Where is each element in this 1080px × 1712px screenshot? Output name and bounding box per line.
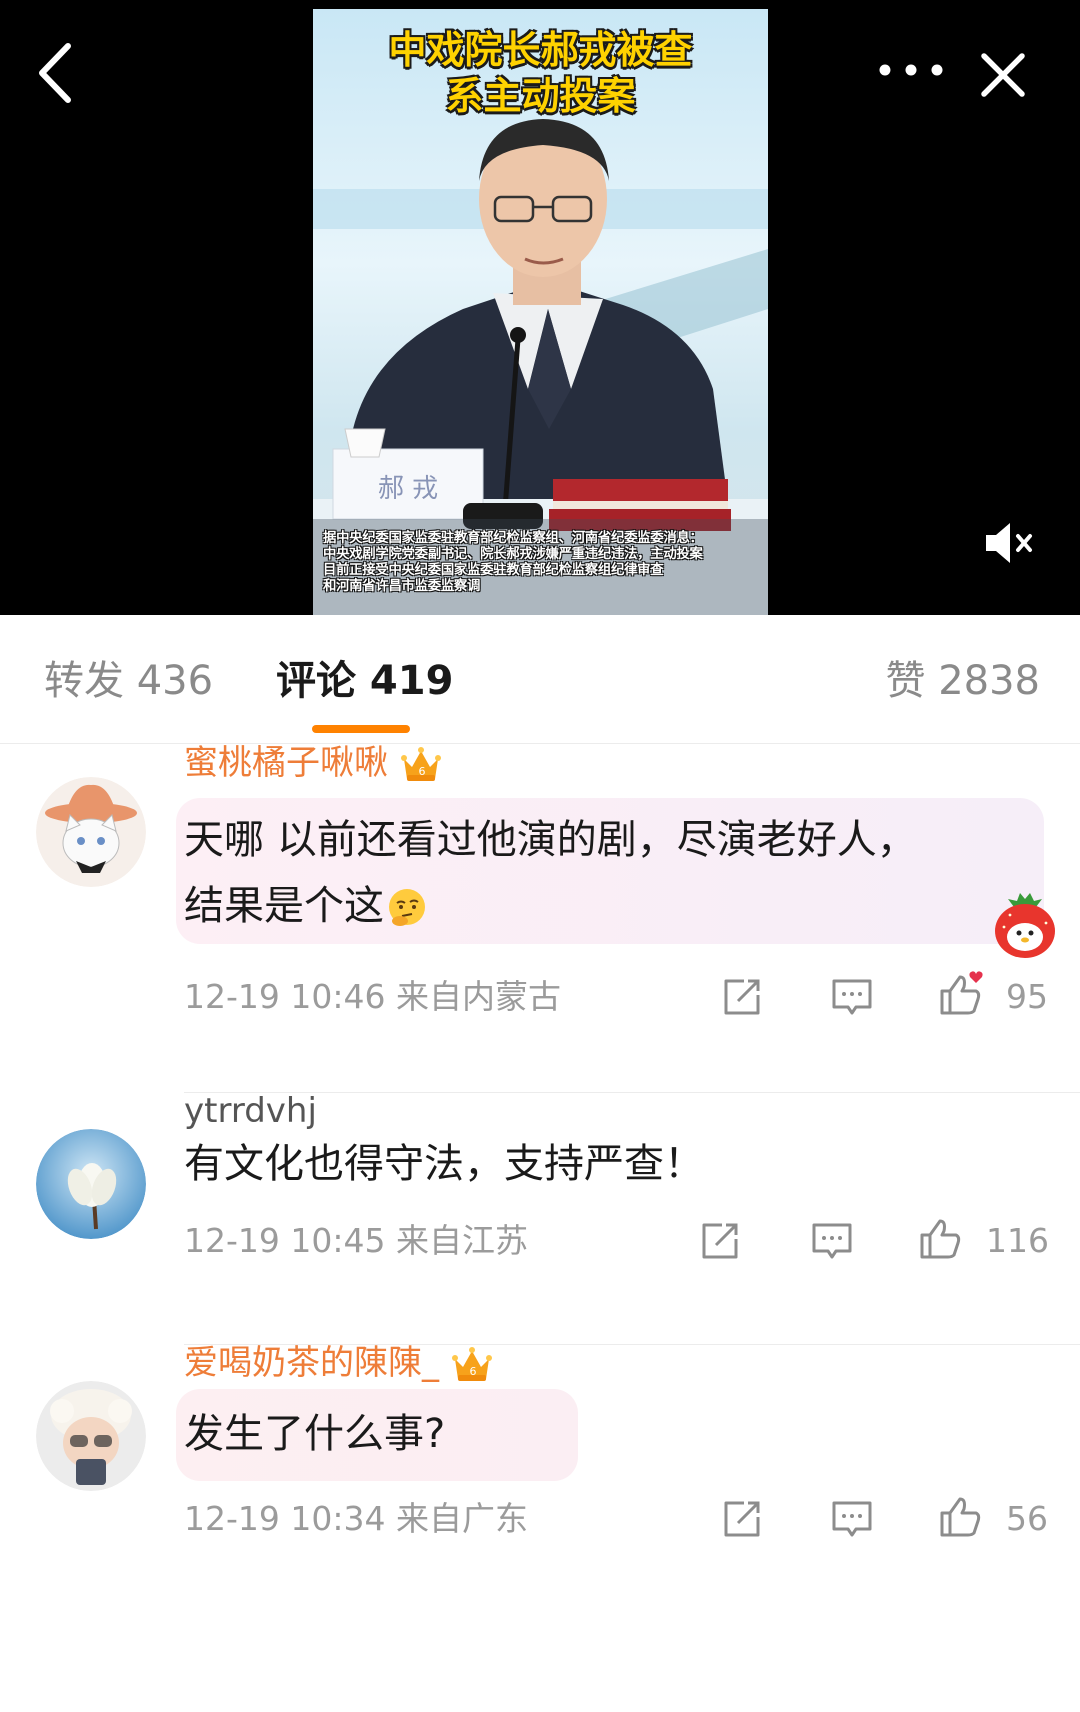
comment-time: 12-19 10:45 bbox=[184, 1221, 386, 1260]
comment-time: 12-19 10:34 bbox=[184, 1499, 386, 1538]
comment-item: 蜜桃橘子啾啾 6 天哪 以前还看过他演的剧，尽演老好人， 结果是个这 12-19… bbox=[0, 743, 1080, 1093]
comment-item: 爱喝奶茶的陳陳_ 6 发生了什么事? 12-19 10:34 来自广东 56 bbox=[0, 1343, 1080, 1638]
mute-button[interactable] bbox=[984, 521, 1044, 565]
comment-time: 12-19 10:46 bbox=[184, 977, 386, 1016]
vip-crown-icon: 6 bbox=[452, 1346, 492, 1381]
cat-cowboy-avatar-image bbox=[36, 777, 146, 887]
comment-text-line-1: 天哪 以前还看过他演的剧，尽演老好人， bbox=[184, 817, 917, 863]
poster-caption: 据中央纪委国家监委驻教育部纪检监察组、河南省纪委监委消息： 中央戏剧学院党委副书… bbox=[323, 531, 703, 594]
share-icon[interactable] bbox=[698, 1219, 742, 1263]
media-viewer: 郝 戎 中戏院长郝戎被查 系主动投案 据中央纪委国家监委驻教育部纪检监察组、河南… bbox=[0, 0, 1080, 615]
poster-headline: 中戏院长郝戎被查 系主动投案 bbox=[388, 28, 693, 118]
username-text[interactable]: 蜜桃橘子啾啾 bbox=[184, 743, 388, 783]
like-count: 116 bbox=[986, 1221, 1049, 1260]
avatar[interactable] bbox=[36, 1129, 146, 1239]
like-count: 95 bbox=[1006, 977, 1048, 1016]
strawberry-sticker-icon bbox=[995, 893, 1055, 958]
comment-username[interactable]: 蜜桃橘子啾啾 6 bbox=[184, 743, 442, 785]
reply-icon[interactable] bbox=[830, 1497, 874, 1541]
svg-text:6: 6 bbox=[470, 1365, 477, 1378]
comment-text: 有文化也得守法，支持严查！ bbox=[184, 1141, 704, 1187]
close-button[interactable] bbox=[978, 50, 1028, 100]
tab-likes[interactable]: 赞 2838 bbox=[885, 657, 1040, 705]
close-icon bbox=[981, 53, 1025, 97]
magnolia-avatar-image bbox=[36, 1129, 146, 1239]
reply-icon[interactable] bbox=[830, 975, 874, 1019]
comment-username[interactable]: ytrrdvhj bbox=[184, 1091, 317, 1131]
share-icon[interactable] bbox=[720, 1497, 764, 1541]
vip-crown-icon: 6 bbox=[401, 746, 441, 781]
tab-repost[interactable]: 转发 436 bbox=[44, 657, 213, 705]
thinking-face-emoji-icon bbox=[389, 889, 425, 926]
comment-username[interactable]: 爱喝奶茶的陳陳_ 6 bbox=[184, 1343, 493, 1385]
comment-text-line-2: 结果是个这 bbox=[184, 873, 428, 939]
back-icon bbox=[39, 43, 71, 103]
news-poster-image[interactable]: 郝 戎 中戏院长郝戎被查 系主动投案 据中央纪委国家监委驻教育部纪检监察组、河南… bbox=[313, 9, 768, 615]
thumbs-up-icon[interactable] bbox=[938, 973, 982, 1017]
username-text[interactable]: 爱喝奶茶的陳陳_ bbox=[184, 1343, 439, 1383]
tab-comments[interactable]: 评论 419 bbox=[276, 657, 453, 705]
active-tab-indicator bbox=[312, 725, 410, 733]
back-button[interactable] bbox=[36, 40, 76, 106]
share-icon[interactable] bbox=[720, 975, 764, 1019]
comment-meta: 12-19 10:45 来自江苏 bbox=[184, 1221, 528, 1261]
mute-icon bbox=[986, 523, 1032, 563]
comment-meta: 12-19 10:34 来自广东 bbox=[184, 1499, 528, 1539]
svg-text:6: 6 bbox=[419, 765, 426, 778]
like-count: 56 bbox=[1006, 1499, 1048, 1538]
comment-location: 来自内蒙古 bbox=[395, 977, 561, 1016]
tab-bar: 转发 436 评论 419 赞 2838 bbox=[0, 615, 1080, 744]
comment-text: 结果是个这 bbox=[184, 883, 384, 929]
comment-location: 来自江苏 bbox=[395, 1221, 528, 1260]
avatar[interactable] bbox=[36, 1381, 146, 1491]
comment-location: 来自广东 bbox=[395, 1499, 528, 1538]
comment-meta: 12-19 10:46 来自内蒙古 bbox=[184, 977, 561, 1017]
reply-icon[interactable] bbox=[810, 1219, 854, 1263]
thumbs-up-icon[interactable] bbox=[918, 1217, 962, 1261]
more-icon bbox=[879, 64, 943, 76]
nameplate-text: 郝 戎 bbox=[378, 474, 438, 504]
comment-item: ytrrdvhj 有文化也得守法，支持严查！ 12-19 10:45 来自江苏 … bbox=[0, 1091, 1080, 1345]
more-button[interactable] bbox=[875, 58, 947, 82]
thumbs-up-icon[interactable] bbox=[938, 1495, 982, 1539]
avatar[interactable] bbox=[36, 777, 146, 887]
comment-text: 发生了什么事? bbox=[184, 1411, 446, 1457]
baby-avatar-image bbox=[36, 1381, 146, 1491]
